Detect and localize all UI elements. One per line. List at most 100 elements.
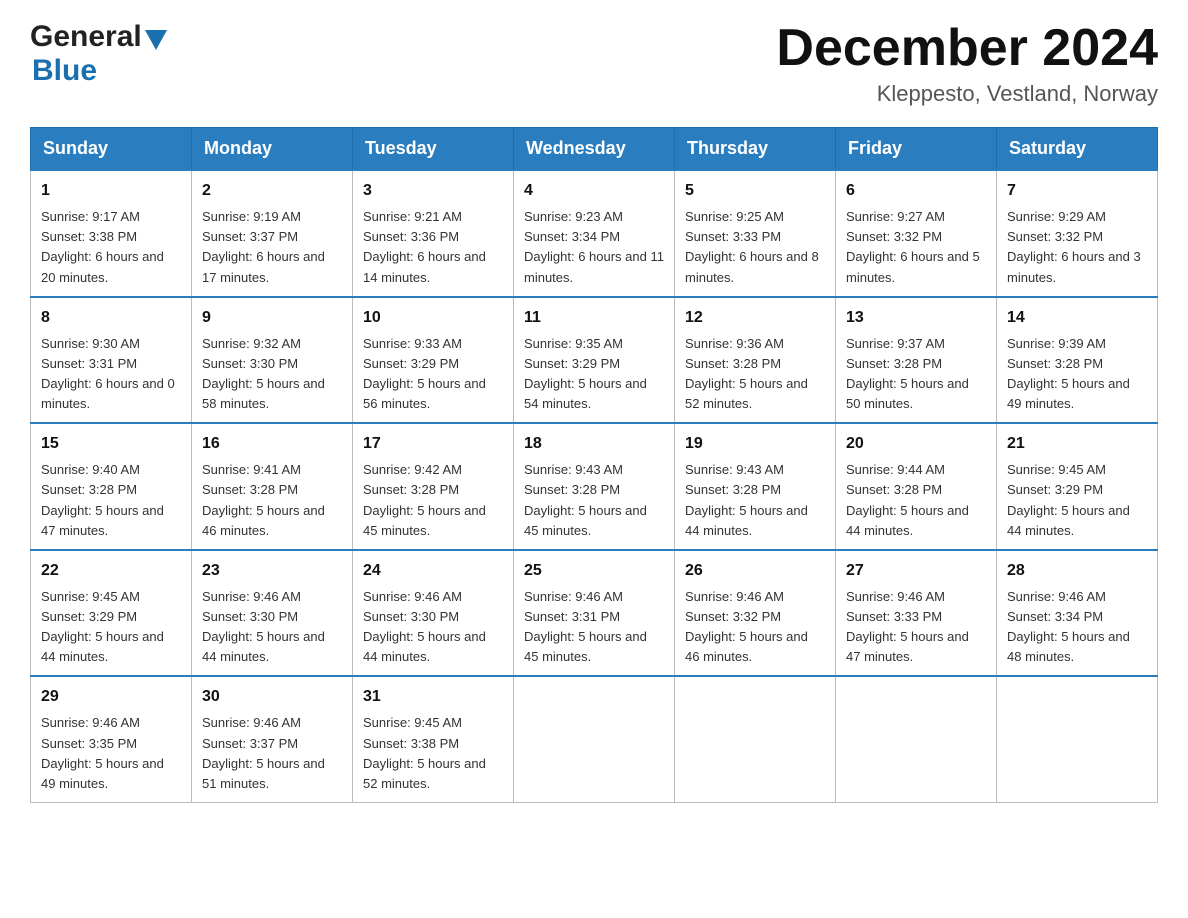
day-number: 1 [41,179,181,203]
day-info: Sunrise: 9:40 AMSunset: 3:28 PMDaylight:… [41,462,164,537]
day-number: 7 [1007,179,1147,203]
day-number: 17 [363,432,503,456]
table-row: 17 Sunrise: 9:42 AMSunset: 3:28 PMDaylig… [353,423,514,550]
day-number: 30 [202,685,342,709]
week-row-3: 15 Sunrise: 9:40 AMSunset: 3:28 PMDaylig… [31,423,1158,550]
table-row: 25 Sunrise: 9:46 AMSunset: 3:31 PMDaylig… [514,550,675,677]
week-row-2: 8 Sunrise: 9:30 AMSunset: 3:31 PMDayligh… [31,297,1158,424]
table-row [675,676,836,802]
day-number: 6 [846,179,986,203]
location-text: Kleppesto, Vestland, Norway [776,81,1158,107]
day-info: Sunrise: 9:23 AMSunset: 3:34 PMDaylight:… [524,209,664,284]
day-number: 25 [524,559,664,583]
day-number: 29 [41,685,181,709]
day-number: 16 [202,432,342,456]
table-row: 1 Sunrise: 9:17 AMSunset: 3:38 PMDayligh… [31,170,192,297]
logo-triangle-icon [145,30,167,50]
table-row: 4 Sunrise: 9:23 AMSunset: 3:34 PMDayligh… [514,170,675,297]
day-info: Sunrise: 9:43 AMSunset: 3:28 PMDaylight:… [524,462,647,537]
table-row: 15 Sunrise: 9:40 AMSunset: 3:28 PMDaylig… [31,423,192,550]
table-row: 28 Sunrise: 9:46 AMSunset: 3:34 PMDaylig… [997,550,1158,677]
table-row: 24 Sunrise: 9:46 AMSunset: 3:30 PMDaylig… [353,550,514,677]
header-friday: Friday [836,128,997,171]
table-row [514,676,675,802]
day-number: 4 [524,179,664,203]
header-sunday: Sunday [31,128,192,171]
day-info: Sunrise: 9:46 AMSunset: 3:32 PMDaylight:… [685,589,808,664]
table-row: 16 Sunrise: 9:41 AMSunset: 3:28 PMDaylig… [192,423,353,550]
logo: General Blue [30,20,167,88]
table-row [836,676,997,802]
table-row: 31 Sunrise: 9:45 AMSunset: 3:38 PMDaylig… [353,676,514,802]
day-info: Sunrise: 9:45 AMSunset: 3:38 PMDaylight:… [363,715,486,790]
weekday-header-row: Sunday Monday Tuesday Wednesday Thursday… [31,128,1158,171]
day-info: Sunrise: 9:42 AMSunset: 3:28 PMDaylight:… [363,462,486,537]
table-row: 26 Sunrise: 9:46 AMSunset: 3:32 PMDaylig… [675,550,836,677]
day-number: 14 [1007,306,1147,330]
day-info: Sunrise: 9:25 AMSunset: 3:33 PMDaylight:… [685,209,819,284]
day-info: Sunrise: 9:46 AMSunset: 3:35 PMDaylight:… [41,715,164,790]
day-info: Sunrise: 9:29 AMSunset: 3:32 PMDaylight:… [1007,209,1141,284]
calendar-table: Sunday Monday Tuesday Wednesday Thursday… [30,127,1158,803]
day-number: 21 [1007,432,1147,456]
day-number: 10 [363,306,503,330]
day-number: 20 [846,432,986,456]
day-number: 8 [41,306,181,330]
day-info: Sunrise: 9:27 AMSunset: 3:32 PMDaylight:… [846,209,980,284]
day-number: 24 [363,559,503,583]
table-row: 21 Sunrise: 9:45 AMSunset: 3:29 PMDaylig… [997,423,1158,550]
day-number: 9 [202,306,342,330]
table-row: 29 Sunrise: 9:46 AMSunset: 3:35 PMDaylig… [31,676,192,802]
table-row: 7 Sunrise: 9:29 AMSunset: 3:32 PMDayligh… [997,170,1158,297]
month-title: December 2024 [776,20,1158,77]
table-row: 14 Sunrise: 9:39 AMSunset: 3:28 PMDaylig… [997,297,1158,424]
table-row: 3 Sunrise: 9:21 AMSunset: 3:36 PMDayligh… [353,170,514,297]
day-info: Sunrise: 9:46 AMSunset: 3:33 PMDaylight:… [846,589,969,664]
header-thursday: Thursday [675,128,836,171]
day-number: 11 [524,306,664,330]
header-wednesday: Wednesday [514,128,675,171]
page-header: General Blue December 2024 Kleppesto, Ve… [30,20,1158,107]
table-row: 27 Sunrise: 9:46 AMSunset: 3:33 PMDaylig… [836,550,997,677]
logo-blue-text: Blue [32,54,97,87]
week-row-4: 22 Sunrise: 9:45 AMSunset: 3:29 PMDaylig… [31,550,1158,677]
day-info: Sunrise: 9:36 AMSunset: 3:28 PMDaylight:… [685,336,808,411]
day-number: 27 [846,559,986,583]
table-row: 13 Sunrise: 9:37 AMSunset: 3:28 PMDaylig… [836,297,997,424]
table-row: 22 Sunrise: 9:45 AMSunset: 3:29 PMDaylig… [31,550,192,677]
day-info: Sunrise: 9:46 AMSunset: 3:37 PMDaylight:… [202,715,325,790]
day-info: Sunrise: 9:46 AMSunset: 3:30 PMDaylight:… [202,589,325,664]
table-row: 19 Sunrise: 9:43 AMSunset: 3:28 PMDaylig… [675,423,836,550]
logo-general-text: General [30,20,142,54]
week-row-5: 29 Sunrise: 9:46 AMSunset: 3:35 PMDaylig… [31,676,1158,802]
title-block: December 2024 Kleppesto, Vestland, Norwa… [776,20,1158,107]
day-info: Sunrise: 9:45 AMSunset: 3:29 PMDaylight:… [41,589,164,664]
day-info: Sunrise: 9:35 AMSunset: 3:29 PMDaylight:… [524,336,647,411]
day-number: 19 [685,432,825,456]
table-row: 6 Sunrise: 9:27 AMSunset: 3:32 PMDayligh… [836,170,997,297]
day-number: 3 [363,179,503,203]
table-row: 8 Sunrise: 9:30 AMSunset: 3:31 PMDayligh… [31,297,192,424]
day-info: Sunrise: 9:17 AMSunset: 3:38 PMDaylight:… [41,209,164,284]
day-number: 26 [685,559,825,583]
day-info: Sunrise: 9:41 AMSunset: 3:28 PMDaylight:… [202,462,325,537]
day-info: Sunrise: 9:30 AMSunset: 3:31 PMDaylight:… [41,336,175,411]
week-row-1: 1 Sunrise: 9:17 AMSunset: 3:38 PMDayligh… [31,170,1158,297]
table-row: 2 Sunrise: 9:19 AMSunset: 3:37 PMDayligh… [192,170,353,297]
day-number: 22 [41,559,181,583]
table-row: 12 Sunrise: 9:36 AMSunset: 3:28 PMDaylig… [675,297,836,424]
day-info: Sunrise: 9:33 AMSunset: 3:29 PMDaylight:… [363,336,486,411]
day-info: Sunrise: 9:43 AMSunset: 3:28 PMDaylight:… [685,462,808,537]
table-row: 9 Sunrise: 9:32 AMSunset: 3:30 PMDayligh… [192,297,353,424]
header-tuesday: Tuesday [353,128,514,171]
table-row: 30 Sunrise: 9:46 AMSunset: 3:37 PMDaylig… [192,676,353,802]
day-info: Sunrise: 9:39 AMSunset: 3:28 PMDaylight:… [1007,336,1130,411]
header-monday: Monday [192,128,353,171]
day-number: 28 [1007,559,1147,583]
day-number: 15 [41,432,181,456]
table-row [997,676,1158,802]
day-number: 18 [524,432,664,456]
header-saturday: Saturday [997,128,1158,171]
day-info: Sunrise: 9:46 AMSunset: 3:34 PMDaylight:… [1007,589,1130,664]
table-row: 5 Sunrise: 9:25 AMSunset: 3:33 PMDayligh… [675,170,836,297]
